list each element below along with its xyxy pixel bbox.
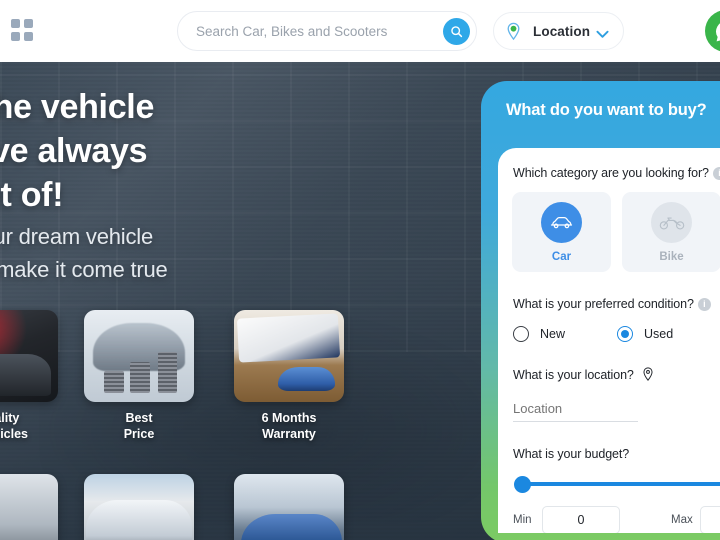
- buy-form-card: Which category are you looking for? i Car: [498, 148, 720, 533]
- hero-subtitle: s your dream vehicleve'll make it come t…: [0, 224, 168, 282]
- search-button[interactable]: [443, 18, 470, 45]
- radio-label: Used: [644, 327, 674, 341]
- category-tile-label: Bike: [659, 250, 684, 263]
- coin-stack: [157, 352, 178, 393]
- category-tile-label: Car: [551, 250, 572, 263]
- category-question: Which category are you looking for? i: [513, 166, 720, 180]
- feature-card[interactable]: 6 Months Warranty: [234, 310, 344, 442]
- motorcycle-icon-circle: [651, 201, 692, 243]
- category-tile-car[interactable]: Car: [512, 192, 611, 272]
- grid-square: [24, 19, 33, 28]
- radio-used[interactable]: Used: [617, 326, 673, 342]
- grid-square: [11, 32, 20, 41]
- location-question: What is your location?: [513, 367, 654, 385]
- radio-ring: [617, 326, 633, 342]
- map-pin-icon: [642, 367, 654, 385]
- info-icon[interactable]: i: [697, 298, 711, 311]
- car-illustration: [278, 367, 336, 391]
- category-tiles: Car Bike: [512, 192, 720, 272]
- grid-square: [11, 19, 20, 28]
- max-label: Max: [671, 514, 693, 526]
- feature-card[interactable]: [0, 474, 58, 540]
- location-question-text: What is your location?: [513, 368, 634, 382]
- budget-slider[interactable]: [514, 476, 720, 493]
- location-label: Location: [533, 23, 591, 39]
- coin-stack: [103, 370, 124, 393]
- location-dropdown[interactable]: Location: [493, 12, 624, 50]
- slider-knob[interactable]: [514, 476, 531, 493]
- car-icon: [550, 216, 573, 228]
- min-label: Min: [513, 514, 532, 526]
- slider-track: [522, 482, 720, 486]
- category-question-text: Which category are you looking for?: [513, 166, 709, 180]
- condition-question: What is your preferred condition? i: [513, 297, 711, 311]
- map-pin-icon: [505, 22, 522, 41]
- feature-thumbnail: [234, 474, 344, 540]
- condition-question-text: What is your preferred condition?: [513, 297, 694, 311]
- top-header: Location: [0, 0, 720, 62]
- feature-thumbnail: [84, 474, 194, 540]
- budget-minmax: Min Max: [513, 506, 720, 533]
- app-root: Location d the vehiclehave alwaysamt of!…: [0, 0, 720, 540]
- search-icon: [451, 26, 463, 38]
- category-tile-bike[interactable]: Bike: [622, 192, 720, 272]
- location-input[interactable]: [513, 396, 638, 422]
- car-icon-circle: [541, 201, 582, 243]
- radio-ring: [513, 326, 529, 342]
- feature-caption: 6 Months Warranty: [261, 411, 317, 441]
- feature-thumbnail: [0, 310, 58, 402]
- motorcycle-icon: [659, 216, 684, 229]
- feature-card[interactable]: Best Price: [84, 310, 194, 442]
- hero-title: d the vehiclehave alwaysamt of!: [0, 88, 155, 214]
- min-input[interactable]: [542, 506, 620, 533]
- feature-thumbnail: [84, 310, 194, 402]
- feature-thumbnail: [234, 310, 344, 402]
- feature-caption: Best Price: [123, 411, 155, 441]
- feature-thumbnail: [0, 474, 58, 540]
- budget-question: What is your budget?: [513, 447, 630, 461]
- max-input[interactable]: [700, 506, 720, 533]
- feature-card[interactable]: ualityVehicles: [0, 310, 58, 442]
- chevron-down-icon: [596, 26, 609, 44]
- search-bar: [177, 11, 477, 51]
- grid-menu-icon[interactable]: [11, 19, 33, 41]
- feature-card[interactable]: [84, 474, 194, 540]
- radio-new[interactable]: New: [513, 326, 565, 342]
- coin-stack: [130, 362, 150, 393]
- radio-label: New: [540, 327, 566, 341]
- grid-square: [24, 32, 33, 41]
- panel-title: What do you want to buy?: [506, 101, 707, 119]
- whatsapp-icon[interactable]: [705, 10, 720, 52]
- feature-caption: ualityVehicles: [0, 411, 29, 441]
- feature-card[interactable]: [234, 474, 344, 540]
- info-icon[interactable]: i: [712, 167, 720, 180]
- search-input[interactable]: [196, 12, 436, 50]
